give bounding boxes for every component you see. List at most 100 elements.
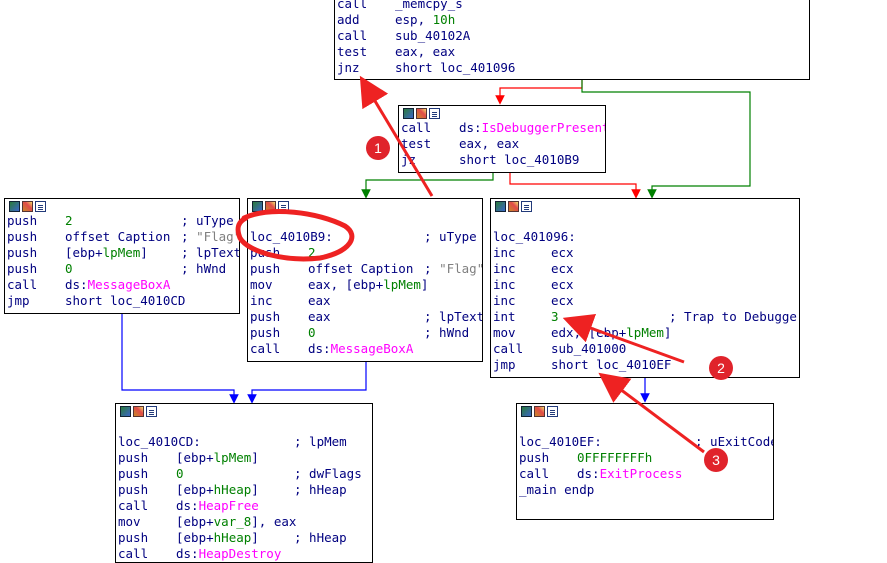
operand[interactable]: sub_401000 bbox=[551, 341, 626, 357]
graph-icon[interactable] bbox=[120, 406, 131, 417]
block-header bbox=[116, 404, 372, 418]
operand[interactable]: ds:ExitProcess bbox=[577, 466, 682, 482]
operand[interactable]: 0FFFFFFFFh bbox=[577, 450, 652, 466]
code-label[interactable]: loc_4010B9: bbox=[250, 229, 333, 245]
block-header-icons bbox=[495, 201, 532, 212]
mnemonic: call bbox=[118, 498, 149, 513]
operand[interactable]: ecx bbox=[551, 245, 574, 261]
mnemonic: call bbox=[493, 341, 524, 356]
mnemonic: inc bbox=[250, 293, 273, 308]
edit-color-icon[interactable] bbox=[265, 201, 276, 212]
operand[interactable]: ds:HeapDestroy bbox=[176, 546, 281, 562]
listing-icon[interactable] bbox=[35, 201, 46, 212]
operand[interactable]: short loc_4010EF bbox=[551, 357, 671, 373]
block-header bbox=[399, 106, 605, 120]
listing-icon[interactable] bbox=[547, 406, 558, 417]
edit-color-icon[interactable] bbox=[133, 406, 144, 417]
code-label[interactable]: loc_4010EF: bbox=[519, 434, 602, 450]
graph-icon[interactable] bbox=[9, 201, 20, 212]
code-block-msgbox-flag[interactable]: push 2 ; uType push offset Caption ; "Flag" pu… bbox=[4, 198, 240, 314]
mnemonic: jmp bbox=[7, 293, 30, 308]
operand[interactable]: 0 bbox=[308, 325, 316, 341]
block-header bbox=[5, 199, 239, 213]
edge-isdebugger-to-loc_401096 bbox=[509, 172, 641, 199]
listing-icon[interactable] bbox=[429, 108, 440, 119]
operand[interactable]: ecx bbox=[551, 293, 574, 309]
operand[interactable]: [ebp+lpMem] bbox=[65, 245, 148, 261]
operand[interactable]: ds:HeapFree bbox=[176, 498, 259, 514]
comment: ; dwFlags bbox=[294, 466, 362, 481]
comment: ; lpText bbox=[424, 309, 483, 324]
operand[interactable]: eax bbox=[308, 309, 331, 325]
mnemonic: push bbox=[118, 466, 149, 481]
mnemonic: push bbox=[7, 245, 38, 260]
listing-icon[interactable] bbox=[521, 201, 532, 212]
operand[interactable]: [ebp+lpMem] bbox=[176, 450, 259, 466]
code-block-loc_401096[interactable]: loc_401096: inc ecx inc ecx inc ecx inc ecx int 3;… bbox=[490, 198, 800, 378]
operand[interactable]: ds:IsDebuggerPresent bbox=[459, 120, 605, 136]
operand[interactable]: short loc_401096 bbox=[395, 60, 515, 76]
operand[interactable]: sub_40102A bbox=[395, 28, 470, 44]
mnemonic: call bbox=[337, 0, 368, 11]
code-label[interactable]: loc_401096: bbox=[493, 229, 576, 245]
listing-icon[interactable] bbox=[278, 201, 289, 212]
code-block-loc_4010B9[interactable]: loc_4010B9: ; uType push 2 push offset Captio… bbox=[247, 198, 483, 362]
mnemonic: inc bbox=[493, 277, 516, 292]
operand[interactable]: eax, eax bbox=[395, 44, 455, 60]
listing-icon[interactable] bbox=[146, 406, 157, 417]
block-header-icons bbox=[403, 108, 440, 119]
operand[interactable]: ecx bbox=[551, 277, 574, 293]
operand[interactable]: [ebp+hHeap] bbox=[176, 530, 259, 546]
graph-icon[interactable] bbox=[252, 201, 263, 212]
mnemonic: add bbox=[337, 12, 360, 27]
block-header-icons bbox=[252, 201, 289, 212]
operand[interactable]: 0 bbox=[176, 466, 184, 482]
edit-color-icon[interactable] bbox=[534, 406, 545, 417]
mnemonic: call bbox=[7, 277, 38, 292]
edit-color-icon[interactable] bbox=[22, 201, 33, 212]
operand[interactable]: eax bbox=[308, 293, 331, 309]
graph-icon[interactable] bbox=[495, 201, 506, 212]
graph-icon[interactable] bbox=[521, 406, 532, 417]
graph-icon[interactable] bbox=[403, 108, 414, 119]
edge-top-to-isdebugger bbox=[495, 80, 583, 105]
operand[interactable]: 2 bbox=[308, 245, 316, 261]
operand[interactable]: offset Caption bbox=[308, 261, 413, 277]
operand[interactable]: edx, [ebp+lpMem] bbox=[551, 325, 671, 341]
comment: ; hWnd bbox=[424, 325, 470, 340]
operand[interactable]: ds:MessageBoxA bbox=[308, 341, 413, 357]
operand[interactable]: ds:MessageBoxA bbox=[65, 277, 170, 293]
operand[interactable]: ecx bbox=[551, 261, 574, 277]
mnemonic: push bbox=[7, 213, 38, 228]
comment: ; "Flag" bbox=[424, 261, 483, 276]
operand[interactable]: 3 bbox=[551, 309, 559, 325]
operand[interactable]: [ebp+hHeap] bbox=[176, 482, 259, 498]
operand[interactable]: short loc_4010B9 bbox=[459, 152, 579, 168]
operand[interactable]: 0 bbox=[65, 261, 73, 277]
code-block-top[interactable]: call _memcpy_s add esp, 10h call sub_40102A te… bbox=[334, 0, 810, 80]
block-header bbox=[248, 199, 482, 213]
mnemonic: inc bbox=[493, 245, 516, 260]
comment: ; hHeap bbox=[294, 530, 347, 545]
edit-color-icon[interactable] bbox=[508, 201, 519, 212]
code-block-isdebugger[interactable]: call ds:IsDebuggerPresent test eax, eax jz sh… bbox=[398, 105, 606, 173]
mnemonic: push bbox=[250, 309, 281, 324]
block-header-icons bbox=[120, 406, 157, 417]
code-block-loc_4010CD[interactable]: loc_4010CD: ; lpMem push [ebp+lpMem] push 0 ; … bbox=[115, 403, 373, 563]
operand[interactable]: _memcpy_s bbox=[395, 0, 463, 12]
operand[interactable]: offset Caption bbox=[65, 229, 170, 245]
operand[interactable]: [ebp+var_8], eax bbox=[176, 514, 296, 530]
operand[interactable]: esp, 10h bbox=[395, 12, 455, 28]
operand[interactable]: eax, eax bbox=[459, 136, 519, 152]
operand[interactable]: eax, [ebp+lpMem] bbox=[308, 277, 428, 293]
mnemonic: jnz bbox=[337, 60, 360, 75]
mnemonic: call bbox=[519, 466, 550, 481]
edit-color-icon[interactable] bbox=[416, 108, 427, 119]
comment: ; hWnd bbox=[181, 261, 227, 276]
operand[interactable]: 2 bbox=[65, 213, 73, 229]
code-block-loc_4010EF[interactable]: loc_4010EF: ; uExitCode push 0FFFFFFFFh call… bbox=[516, 403, 774, 520]
code-label[interactable]: _main endp bbox=[519, 482, 594, 498]
mnemonic: call bbox=[118, 546, 149, 561]
code-label[interactable]: loc_4010CD: bbox=[118, 434, 201, 450]
operand[interactable]: short loc_4010CD bbox=[65, 293, 185, 309]
